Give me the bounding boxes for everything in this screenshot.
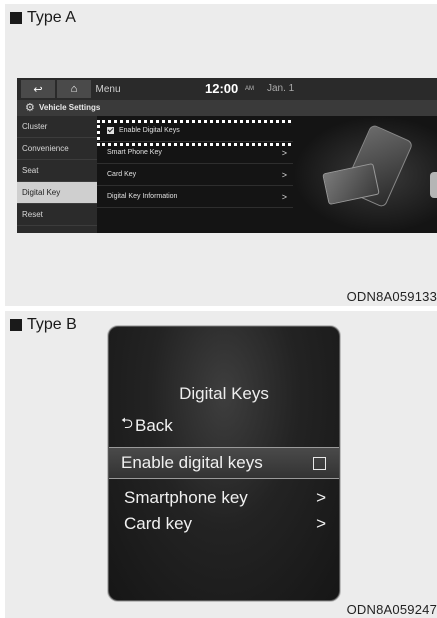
card-key-row[interactable]: Card Key > bbox=[97, 164, 293, 186]
panel-a-caption: ODN8A059133 bbox=[346, 289, 437, 304]
sidebar-item-digital-key[interactable]: Digital Key bbox=[17, 182, 97, 204]
card-key-label: Card Key bbox=[107, 171, 137, 178]
smartphone-key-label: Smartphone key bbox=[124, 488, 248, 507]
infotainment-screen: ↩ ⌂ Menu 12:00 AM Jan. 1 ⚙ Vehicle Setti… bbox=[17, 78, 437, 233]
top-bar: ↩ ⌂ Menu 12:00 AM Jan. 1 bbox=[17, 78, 437, 100]
panel-type-b: Type B Digital Keys ⮌ Back Enable digita… bbox=[5, 311, 437, 618]
chevron-right-icon: > bbox=[316, 514, 326, 533]
cluster-display: Digital Keys ⮌ Back Enable digital keys … bbox=[108, 326, 340, 601]
card-key-row[interactable]: Card key > bbox=[109, 511, 339, 537]
settings-sidebar: Cluster Convenience Seat Digital Key Res… bbox=[17, 116, 97, 233]
back-button[interactable]: ↩ bbox=[21, 80, 55, 98]
cluster-title: Digital Keys bbox=[179, 384, 269, 403]
digital-key-info-label: Digital Key Information bbox=[107, 193, 178, 200]
section-header: ⚙ Vehicle Settings bbox=[17, 100, 437, 116]
back-arrow-icon: ↩ bbox=[33, 83, 43, 96]
section-title: Vehicle Settings bbox=[39, 103, 101, 112]
highlight-box bbox=[97, 120, 296, 146]
chevron-right-icon: > bbox=[281, 191, 287, 202]
clock-time: 12:00 bbox=[205, 81, 239, 96]
square-bullet-icon bbox=[10, 319, 22, 331]
digital-key-info-row[interactable]: Digital Key Information > bbox=[97, 186, 293, 208]
digital-key-illustration bbox=[293, 116, 437, 233]
panel-b-label: Type B bbox=[27, 316, 77, 333]
sidebar-item-convenience[interactable]: Convenience bbox=[17, 138, 97, 160]
sidebar-item-reset[interactable]: Reset bbox=[17, 204, 97, 226]
back-item[interactable]: ⮌ Back bbox=[121, 413, 173, 438]
side-handle[interactable] bbox=[430, 172, 437, 198]
square-bullet-icon bbox=[10, 12, 22, 24]
sidebar-item-cluster[interactable]: Cluster bbox=[17, 116, 97, 138]
panel-b-caption: ODN8A059247 bbox=[346, 602, 437, 617]
panel-type-a: Type A ↩ ⌂ Menu 12:00 AM Jan. 1 ⚙ Vehicl… bbox=[5, 4, 437, 306]
chevron-right-icon: > bbox=[316, 488, 326, 507]
home-button[interactable]: ⌂ bbox=[57, 80, 91, 98]
chevron-right-icon: > bbox=[281, 147, 287, 158]
back-label: Back bbox=[135, 415, 173, 435]
back-arrow-icon: ⮌ bbox=[121, 415, 134, 432]
sidebar-item-seat[interactable]: Seat bbox=[17, 160, 97, 182]
gear-icon: ⚙ bbox=[25, 102, 35, 114]
chevron-right-icon: > bbox=[281, 169, 287, 180]
clock-date: Jan. 1 bbox=[267, 83, 295, 94]
smartphone-key-row[interactable]: Smartphone key > bbox=[109, 485, 339, 511]
clock-ampm: AM bbox=[245, 86, 254, 92]
panel-a-label: Type A bbox=[27, 9, 76, 26]
checkbox-icon[interactable] bbox=[313, 457, 326, 470]
enable-digital-keys-row[interactable]: Enable digital keys bbox=[109, 447, 339, 479]
panel-b-title: Type B bbox=[10, 316, 77, 334]
enable-digital-keys-label: Enable digital keys bbox=[121, 453, 263, 472]
smartphone-key-label: Smart Phone Key bbox=[107, 149, 162, 156]
card-key-label: Card key bbox=[124, 514, 193, 533]
home-icon: ⌂ bbox=[70, 83, 78, 95]
menu-button[interactable]: Menu bbox=[93, 80, 123, 98]
panel-a-title: Type A bbox=[10, 9, 76, 27]
